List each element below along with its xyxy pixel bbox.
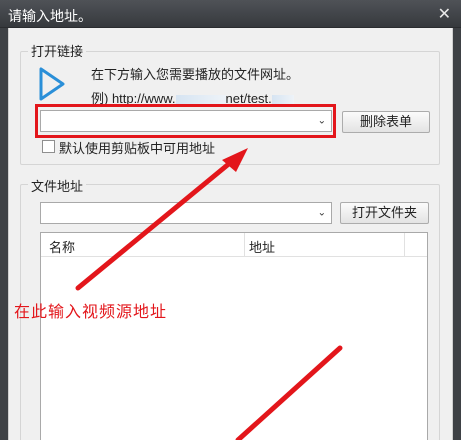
annotation-arrows [75,148,343,440]
annotation-arrow-lower [235,345,343,440]
annotation-arrow-upper [75,155,239,291]
